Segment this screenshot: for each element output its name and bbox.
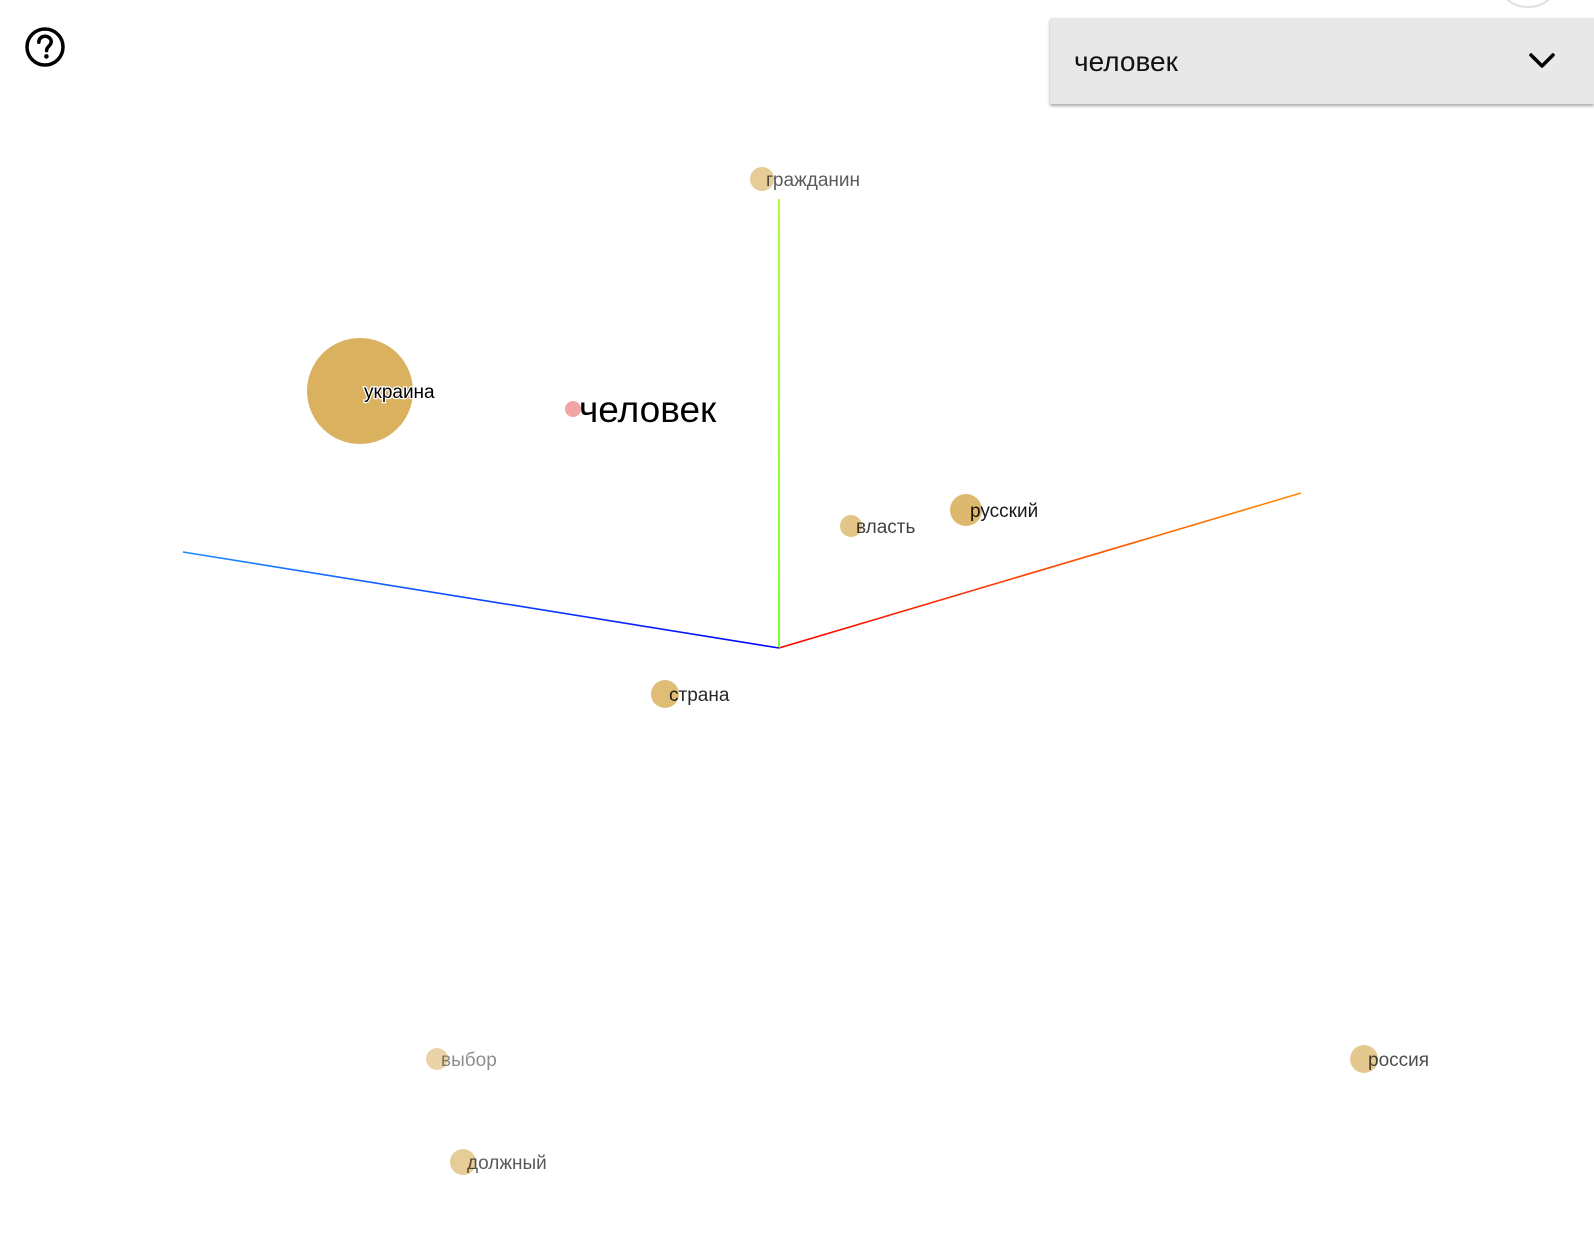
word-point[interactable]: русский xyxy=(950,494,1038,526)
word-point[interactable]: украина xyxy=(307,338,436,444)
query-word-label: человек xyxy=(579,389,717,430)
query-word-point[interactable]: человек xyxy=(565,389,717,430)
word-point[interactable]: гражданин xyxy=(750,167,860,191)
chevron-down-icon[interactable] xyxy=(1528,50,1556,70)
word-label: россия xyxy=(1368,1050,1429,1071)
word-label: гражданин xyxy=(766,170,860,191)
word-select[interactable]: человек xyxy=(1050,18,1594,104)
word-label: должный xyxy=(467,1153,547,1174)
word-label: выбор xyxy=(441,1050,497,1071)
word-select-value: человек xyxy=(1074,46,1178,77)
word-point[interactable]: власть xyxy=(840,515,916,538)
word-point[interactable]: страна xyxy=(651,680,730,708)
z-axis xyxy=(182,551,780,649)
word-point[interactable]: выбор xyxy=(426,1048,497,1071)
word-label: украина xyxy=(364,382,435,403)
help-circle-icon xyxy=(25,27,65,67)
word-label: русский xyxy=(970,501,1038,522)
embedding-3d-scene[interactable]: гражданин украина человек власть русский… xyxy=(0,0,1594,1252)
scene-viewport[interactable]: гражданин украина человек власть русский… xyxy=(0,0,1594,1252)
word-label: власть xyxy=(856,517,916,538)
word-point[interactable]: должный xyxy=(450,1149,547,1175)
word-label: страна xyxy=(669,685,730,706)
help-button[interactable] xyxy=(24,26,66,68)
word-point[interactable]: россия xyxy=(1350,1045,1429,1073)
